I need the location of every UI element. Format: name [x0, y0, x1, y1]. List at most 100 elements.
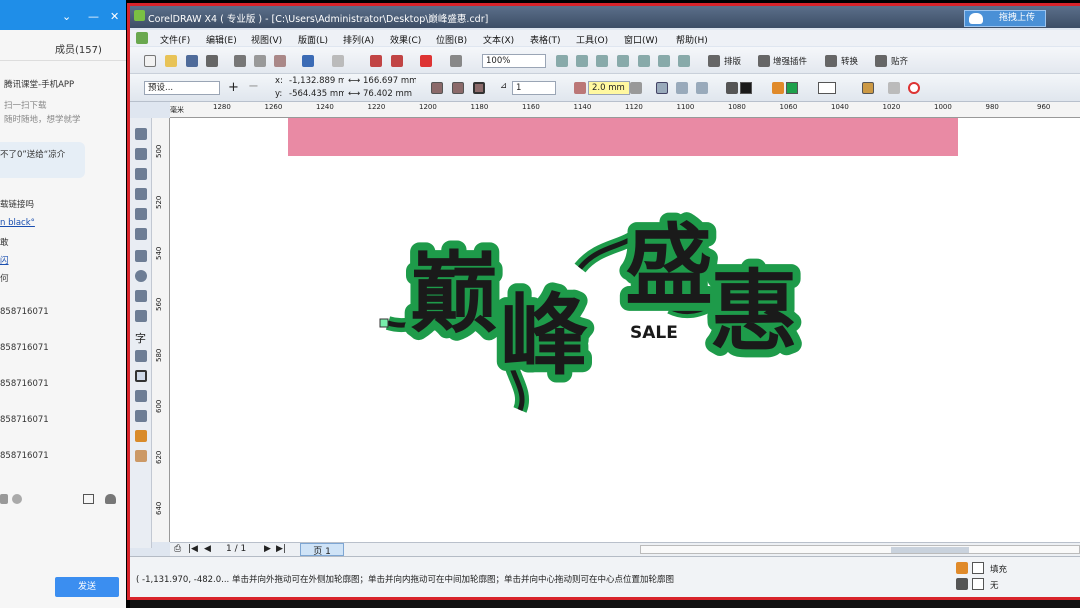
app-launcher-icon[interactable] [420, 55, 432, 67]
crop-tool-icon[interactable] [135, 168, 147, 180]
menu-arrange[interactable]: 排列(A) [343, 33, 374, 46]
outline-color-swatch[interactable] [740, 82, 752, 94]
outline-none-swatch[interactable] [972, 578, 984, 590]
add-preset-icon[interactable]: + [228, 80, 239, 95]
counter-clockwise-icon[interactable] [696, 82, 708, 94]
contour-inside-icon[interactable] [452, 82, 464, 94]
zoom-level[interactable]: 100% [482, 54, 546, 68]
page-tab[interactable]: 页 1 [300, 543, 344, 557]
menu-effects[interactable]: 效果(C) [390, 33, 421, 46]
clockwise-color-icon[interactable] [676, 82, 688, 94]
artwork-svg[interactable]: 巅 巅 峰 峰 盛 盛 惠 惠 SALE [170, 118, 1080, 542]
interactive-fill-icon[interactable] [135, 450, 147, 462]
plugin-enhance[interactable]: 增强插件 [773, 55, 807, 67]
copy-icon[interactable] [254, 55, 266, 67]
prev-page-icon[interactable]: ◀ [204, 544, 211, 554]
menu-layout[interactable]: 版面(L) [298, 33, 328, 46]
snap-plugin-icon[interactable] [875, 55, 887, 67]
scroll-thumb[interactable] [891, 547, 969, 553]
zoom-out-icon[interactable] [576, 55, 588, 67]
smart-fill-icon[interactable] [135, 228, 147, 240]
end-color-swatch[interactable] [818, 82, 836, 94]
chat-line[interactable]: 闪 [0, 254, 9, 266]
rectangle-tool-icon[interactable] [135, 250, 147, 262]
fill-color-swatch[interactable] [786, 82, 798, 94]
zoom-all-icon[interactable] [617, 55, 629, 67]
minimize-icon[interactable]: — [88, 10, 99, 23]
plugin-layout[interactable]: 排版 [724, 55, 741, 67]
save-icon[interactable] [186, 55, 198, 67]
plugin-convert[interactable]: 转换 [841, 55, 858, 67]
ellipse-tool-icon[interactable] [135, 270, 147, 282]
first-page-icon[interactable]: |◀ [188, 544, 198, 554]
upload-button[interactable]: 拖拽上传 [964, 10, 1046, 27]
menu-bitmaps[interactable]: 位图(B) [436, 33, 467, 46]
open-icon[interactable] [165, 55, 177, 67]
horizontal-scrollbar[interactable] [640, 545, 1080, 554]
remove-preset-icon[interactable]: − [248, 79, 259, 94]
copy-contour-icon[interactable] [862, 82, 874, 94]
drawing-canvas[interactable]: 巅 巅 峰 峰 盛 盛 惠 惠 SALE [170, 118, 1080, 542]
hand-icon[interactable] [12, 494, 22, 504]
fill-none-swatch[interactable] [972, 562, 984, 574]
enhance-plugin-icon[interactable] [758, 55, 770, 67]
linear-color-icon[interactable] [656, 82, 668, 94]
height-field[interactable]: 76.402 mm [360, 88, 416, 100]
contour-outside-icon[interactable] [473, 82, 485, 94]
menu-edit[interactable]: 编辑(E) [206, 33, 237, 46]
eyedropper-contour-icon[interactable] [888, 82, 900, 94]
width-field[interactable]: 166.697 mm [360, 75, 416, 87]
page-add-icon[interactable]: ⎙ [174, 544, 181, 554]
zoom-tool-icon[interactable] [135, 188, 147, 200]
fill-tool-icon[interactable] [135, 430, 147, 442]
zoom-selected-icon[interactable] [596, 55, 608, 67]
import-icon[interactable] [370, 55, 382, 67]
preset-select[interactable]: 预设... [144, 81, 220, 95]
zoom-height-icon[interactable] [678, 55, 690, 67]
plugin-snap[interactable]: 贴齐 [891, 55, 908, 67]
menu-view[interactable]: 视图(V) [251, 33, 282, 46]
menu-table[interactable]: 表格(T) [530, 33, 561, 46]
offset-spinner-icon[interactable] [630, 82, 642, 94]
member-count[interactable]: 成员(157) [55, 41, 102, 56]
contour-handle[interactable] [379, 318, 389, 328]
clear-contour-icon[interactable] [908, 82, 920, 94]
menu-help[interactable]: 帮助(H) [676, 33, 708, 46]
undo-icon[interactable] [302, 55, 314, 67]
table-tool-icon[interactable] [135, 350, 147, 362]
freehand-tool-icon[interactable] [135, 208, 147, 220]
menu-file[interactable]: 文件(F) [160, 33, 190, 46]
text-tool-icon[interactable]: 字 [135, 330, 147, 345]
send-button[interactable]: 发送 [55, 577, 119, 597]
menu-window[interactable]: 窗口(W) [624, 33, 658, 46]
convert-plugin-icon[interactable] [825, 55, 837, 67]
layout-plugin-icon[interactable] [708, 55, 720, 67]
close-icon[interactable]: ✕ [110, 10, 119, 23]
emoji-icon[interactable] [0, 494, 8, 504]
redo-icon[interactable] [332, 55, 344, 67]
cut-icon[interactable] [234, 55, 246, 67]
export-icon[interactable] [391, 55, 403, 67]
offset-field[interactable]: 2.0 mm [588, 81, 630, 95]
polygon-tool-icon[interactable] [135, 290, 147, 302]
edit-icon[interactable] [83, 494, 94, 504]
zoom-in-icon[interactable] [556, 55, 568, 67]
user-icon[interactable] [105, 494, 116, 504]
next-page-icon[interactable]: ▶ [264, 544, 271, 554]
shape-tool-icon[interactable] [135, 148, 147, 160]
paste-icon[interactable] [274, 55, 286, 67]
print-icon[interactable] [206, 55, 218, 67]
welcome-icon[interactable] [450, 55, 462, 67]
x-field[interactable]: -1,132.889 mm [286, 75, 344, 87]
chevron-down-icon[interactable]: ⌄ [62, 10, 71, 23]
basic-shapes-icon[interactable] [135, 310, 147, 322]
new-icon[interactable] [144, 55, 156, 67]
menu-text[interactable]: 文本(X) [483, 33, 514, 46]
chat-line[interactable]: n black° [0, 218, 35, 228]
interactive-contour-tool-icon[interactable] [135, 370, 147, 382]
outline-tool-icon[interactable] [135, 410, 147, 422]
steps-field[interactable]: 1 [512, 81, 556, 95]
eyedropper-tool-icon[interactable] [135, 390, 147, 402]
contour-to-center-icon[interactable] [431, 82, 443, 94]
zoom-page-icon[interactable] [638, 55, 650, 67]
